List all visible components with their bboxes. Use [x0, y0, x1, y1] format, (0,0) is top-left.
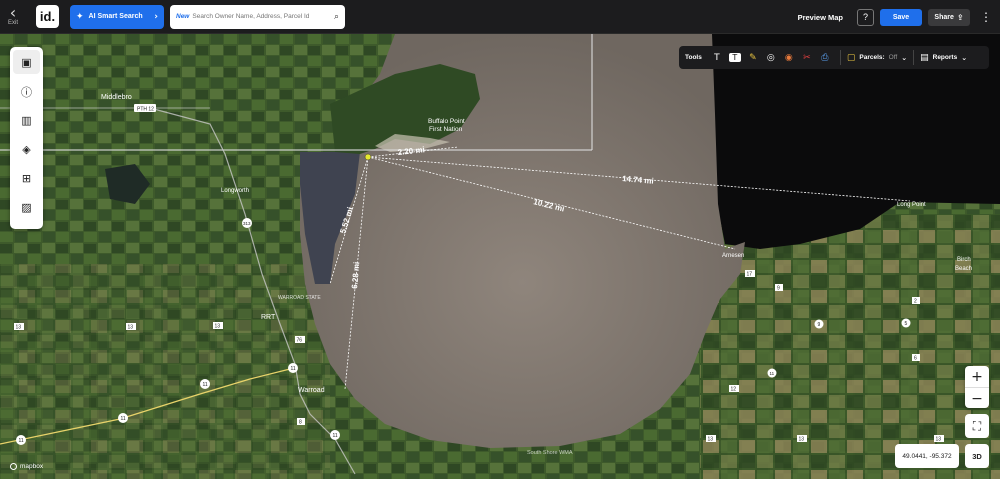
svg-text:6: 6 [914, 356, 917, 362]
chevron-down-icon: ⌄ [901, 53, 908, 62]
app-root: ‹ Exit id. ✦ AI Smart Search › New ⌕ Pre… [0, 0, 1000, 479]
svg-text:PTH 12: PTH 12 [137, 107, 154, 113]
text-box-icon[interactable]: T [728, 53, 741, 62]
left-toolbar: ▣ ⓘ ▥ ◈ ⊞ ▨ [10, 47, 43, 229]
zoom-in-button[interactable]: + [965, 366, 989, 387]
scissors-icon[interactable]: ✂ [798, 53, 816, 63]
share-icon: ⇪ [956, 12, 964, 22]
place-label-arnesen: Arnesen [722, 253, 744, 259]
new-badge: New [176, 13, 190, 20]
mapbox-logo-icon [10, 463, 17, 470]
print-icon[interactable]: ⎙ [816, 53, 834, 63]
svg-text:13: 13 [708, 437, 714, 443]
text-icon[interactable]: T [708, 53, 726, 63]
svg-text:9: 9 [777, 286, 780, 292]
chevron-left-icon: ‹ [9, 3, 17, 22]
place-label-beach: Beach [955, 266, 972, 272]
place-label-first-nation: First Nation [429, 126, 463, 133]
mapbox-label: mapbox [20, 463, 44, 470]
topbar-actions: Preview Map ? Save Share ⇪ ⋮ [798, 0, 1000, 34]
reports-label: Reports [932, 54, 958, 61]
place-label-warroad: Warroad [298, 387, 325, 394]
sparkle-icon: ✦ [76, 11, 84, 22]
svg-text:13: 13 [799, 437, 805, 443]
toolbar-divider [913, 50, 915, 65]
farmland-east [700, 214, 1000, 479]
place-label-rrt: RRT [261, 314, 276, 321]
zoom-out-button[interactable]: − [965, 388, 989, 409]
help-button[interactable]: ? [857, 8, 874, 26]
place-label-buffalo-point: Buffalo Point [428, 118, 465, 125]
chevron-down-icon: ⌄ [961, 53, 968, 62]
tools-label: Tools [685, 54, 702, 61]
parcels-toggle[interactable]: ▢ Parcels: Off ⌄ [847, 53, 907, 63]
ruler-icon[interactable]: ✎ [744, 53, 762, 63]
exit-button[interactable]: ‹ Exit [0, 0, 26, 34]
view-3d-button[interactable]: 3D [965, 444, 989, 468]
svg-text:17: 17 [747, 272, 753, 278]
svg-text:9: 9 [818, 322, 821, 328]
chevron-right-icon: › [154, 11, 158, 22]
image-icon[interactable]: ▨ [10, 193, 43, 222]
place-label-middlebro: Middlebro [101, 94, 132, 101]
parcels-state: Off [888, 54, 898, 61]
svg-text:76: 76 [297, 338, 303, 344]
svg-text:313: 313 [243, 221, 251, 226]
map-icon[interactable]: ▥ [10, 106, 43, 135]
share-button[interactable]: Share ⇪ [928, 8, 970, 26]
toolbar-divider [839, 50, 841, 65]
ai-smart-search-label: AI Smart Search [88, 13, 143, 20]
frame-icon: ⛶ [972, 418, 982, 433]
info-icon[interactable]: ⓘ [10, 77, 43, 106]
svg-text:2: 2 [914, 299, 917, 305]
place-label-longworth: Longworth [221, 188, 249, 194]
ai-smart-search-button[interactable]: ✦ AI Smart Search › [70, 4, 164, 29]
satellite-map[interactable]: 2.20 mi 14.74 mi 10.22 mi 5.52 mi 6.28 m… [0, 34, 1000, 479]
layers-icon[interactable]: ◈ [10, 135, 43, 164]
place-label-warroad-state: WARROAD STATE [278, 295, 321, 301]
svg-text:11: 11 [291, 366, 296, 372]
svg-text:11: 11 [19, 438, 24, 444]
svg-text:13: 13 [128, 325, 134, 331]
app-logo[interactable]: id. [36, 5, 59, 28]
mapbox-attribution[interactable]: mapbox [10, 463, 43, 470]
svg-text:11: 11 [203, 382, 208, 388]
top-bar: ‹ Exit id. ✦ AI Smart Search › New ⌕ Pre… [0, 0, 1000, 34]
zoom-controls: + − [965, 366, 989, 408]
place-label-birch: Birch [957, 257, 971, 263]
panel-toggle-icon[interactable]: ▣ [13, 50, 40, 74]
exit-label: Exit [7, 20, 18, 26]
reports-dropdown[interactable]: ▤ Reports ⌄ [920, 53, 967, 63]
save-button[interactable]: Save [880, 8, 922, 26]
place-label-south-shore: South Shore WMA [527, 450, 573, 456]
globe-icon[interactable]: ◎ [762, 53, 780, 63]
fit-bounds-button[interactable]: ⛶ [965, 414, 989, 438]
svg-text:5: 5 [905, 321, 908, 327]
svg-text:11: 11 [121, 416, 126, 422]
svg-text:12: 12 [731, 387, 737, 393]
parcels-icon: ▢ [846, 52, 856, 63]
tools-bar: Tools T T ✎ ◎ ◉ ✂ ⎙ ▢ Parcels: Off ⌄ ▤ R… [679, 46, 989, 69]
svg-text:8: 8 [299, 420, 302, 426]
measure-origin-point[interactable] [364, 153, 372, 161]
place-label-long-point: Long Point [897, 202, 926, 208]
svg-text:11: 11 [770, 371, 775, 376]
more-options-icon[interactable]: ⋮ [978, 10, 994, 24]
svg-text:11: 11 [333, 433, 338, 439]
search-icon[interactable]: ⌕ [334, 12, 339, 22]
parcels-label: Parcels: [859, 54, 885, 61]
hierarchy-icon[interactable]: ⊞ [10, 164, 43, 193]
coordinates-readout: 49.0441, -95.372 [895, 444, 959, 468]
search-input[interactable] [192, 13, 333, 20]
marker-icon[interactable]: ◉ [780, 53, 798, 63]
svg-text:13: 13 [16, 325, 22, 331]
map-canvas: 2.20 mi 14.74 mi 10.22 mi 5.52 mi 6.28 m… [0, 34, 1000, 479]
search-box[interactable]: New ⌕ [170, 4, 345, 29]
reports-icon: ▤ [920, 52, 929, 63]
share-label: Share [934, 13, 954, 21]
svg-text:13: 13 [936, 437, 942, 443]
preview-map-button[interactable]: Preview Map [798, 13, 843, 22]
svg-text:13: 13 [215, 324, 221, 330]
